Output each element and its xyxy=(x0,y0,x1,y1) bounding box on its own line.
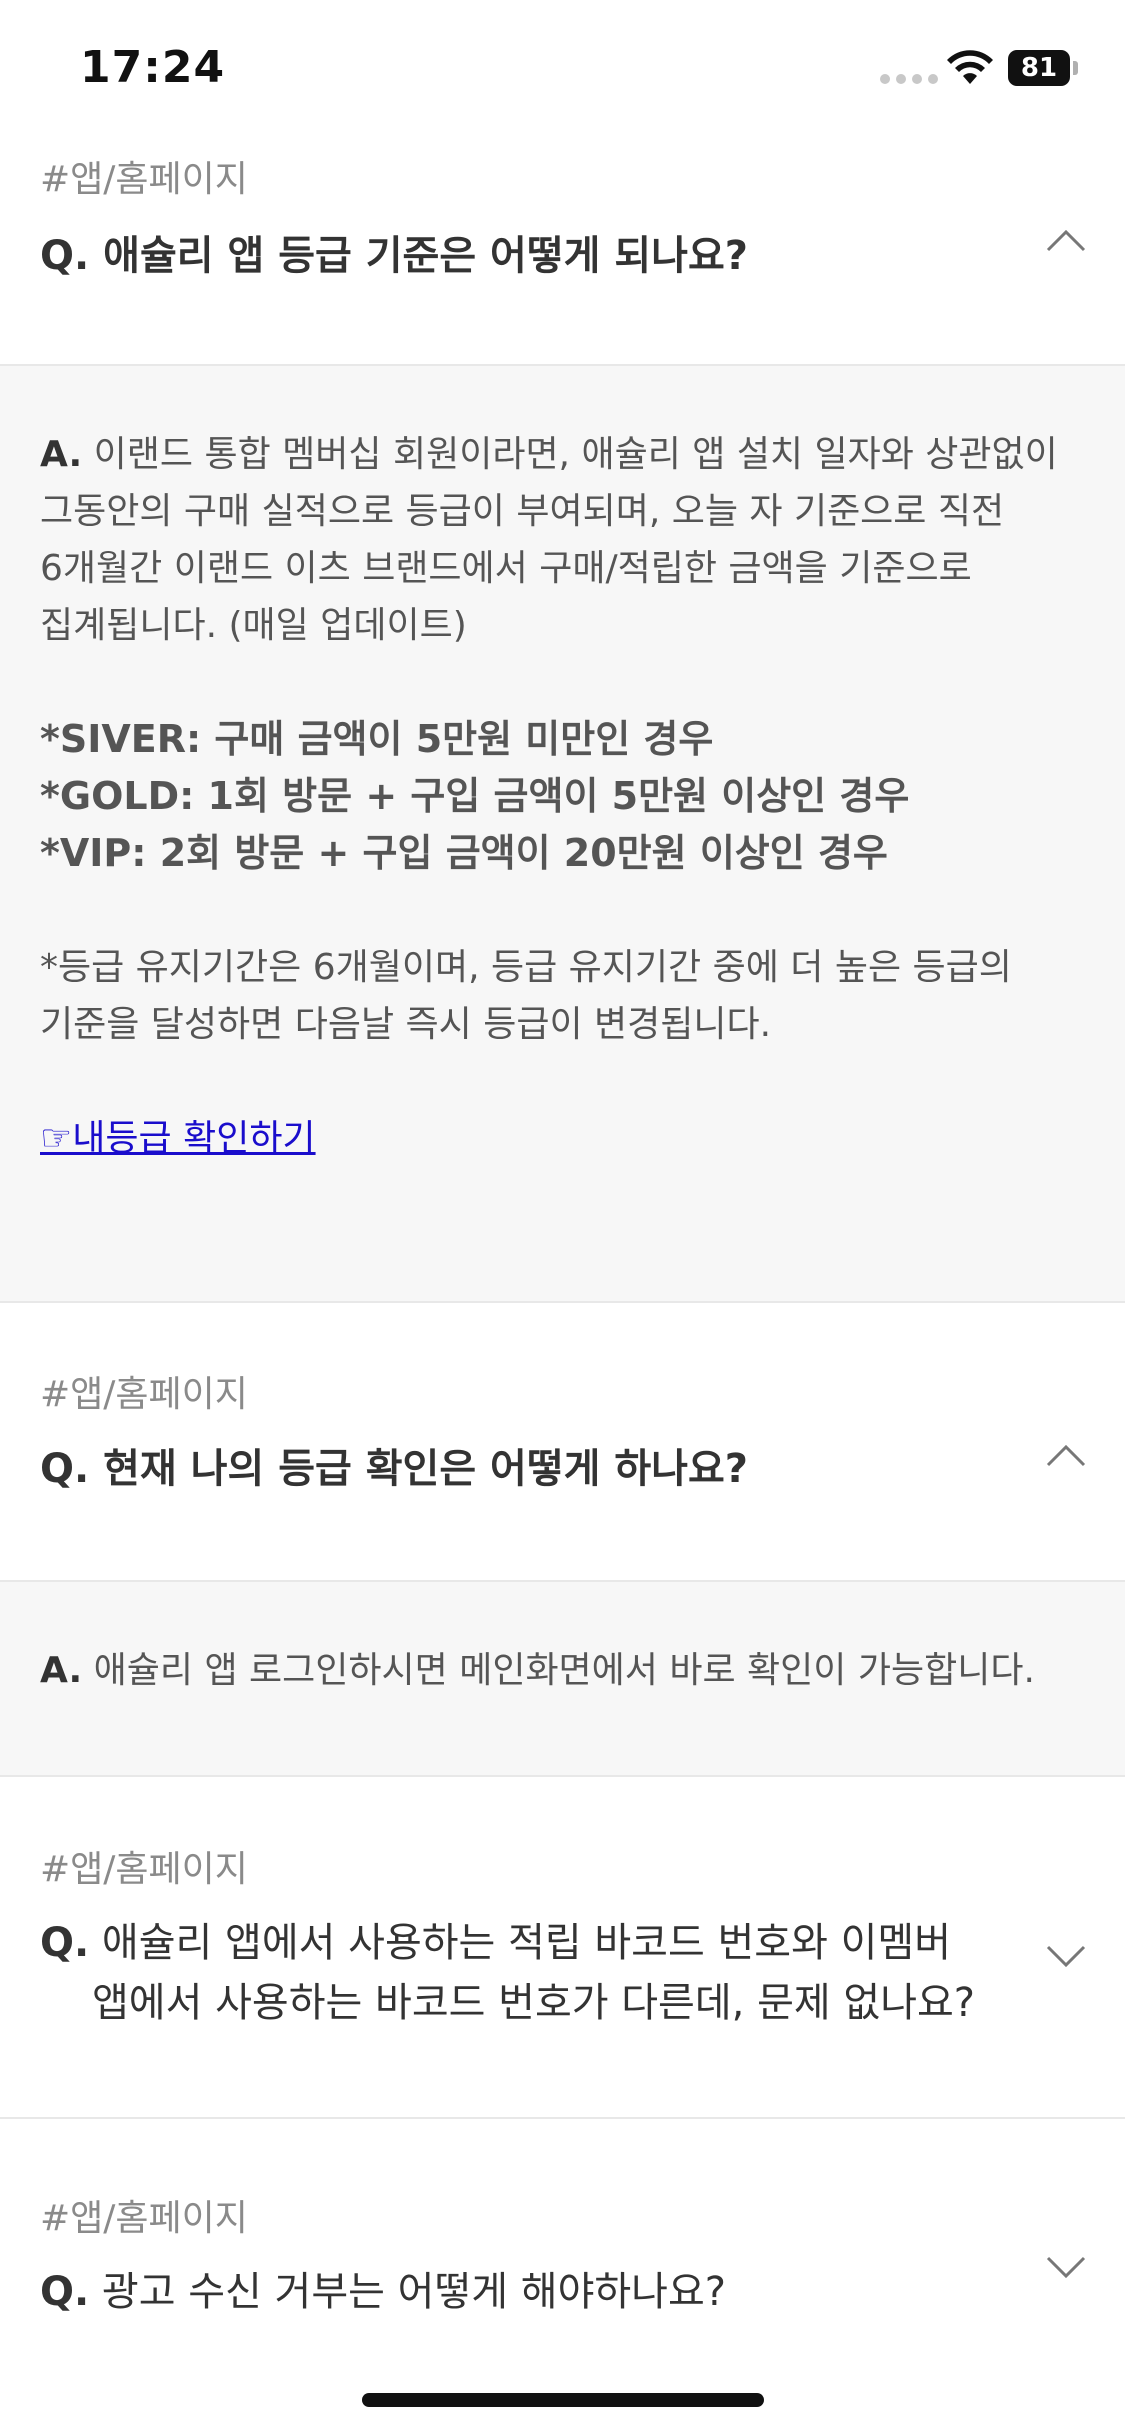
battery-level: 81 xyxy=(1008,50,1070,86)
status-bar: 17:24 81 xyxy=(0,0,1125,130)
question-text: 앱에서 사용하는 바코드 번호가 다른데, 문제 없나요? xyxy=(92,1980,976,2026)
question-text: 애슐리 앱에서 사용하는 적립 바코드 번호와 이멤버 xyxy=(101,1920,952,1966)
answer-line: 이랜드 통합 멤버십 회원이라면, 애슐리 앱 설치 일자와 상관없이 xyxy=(93,434,1058,475)
tier-gold: *GOLD: 1회 방문 + 구입 금액이 5만원 이상인 경우 xyxy=(40,774,910,818)
battery-icon: 81 xyxy=(1008,50,1080,86)
faq-question: Q. 현재 나의 등급 확인은 어떻게 하나요? xyxy=(40,1439,1020,1499)
answer-line: 6개월간 이랜드 이츠 브랜드에서 구매/적립한 금액을 기준으로 xyxy=(40,548,972,589)
answer-line: 집계됩니다. (매일 업데이트) xyxy=(40,605,467,646)
q-mark: Q. xyxy=(40,2269,90,2315)
faq-item-1[interactable]: #앱/홈페이지 Q. 애슐리 앱 등급 기준은 어떻게 되나요? xyxy=(0,130,1125,362)
my-grade-link[interactable]: ☞내등급 확인하기 xyxy=(40,1118,316,1159)
faq-question: Q. 애슐리 앱에서 사용하는 적립 바코드 번호와 이멤버 앱에서 사용하는 … xyxy=(40,1913,1020,2033)
answer-line: 애슐리 앱 로그인하시면 메인화면에서 바로 확인이 가능합니다. xyxy=(93,1650,1035,1691)
a-mark: A. xyxy=(40,1650,83,1691)
faq-screen: 17:24 81 #앱/홈페이지 Q. 애슐리 앱 등급 기준은 어떻게 되나요… xyxy=(0,0,1125,2436)
note-line: *등급 유지기간은 6개월이며, 등급 유지기간 중에 더 높은 등급의 xyxy=(40,947,1012,988)
answer-line: 그동안의 구매 실적으로 등급이 부여되며, 오늘 자 기준으로 직전 xyxy=(40,491,1005,532)
faq-item-4[interactable]: #앱/홈페이지 Q. 광고 수신 거부는 어떻게 해야하나요? xyxy=(0,2119,1125,2436)
q-mark: Q. xyxy=(40,233,90,279)
faq-item-3[interactable]: #앱/홈페이지 Q. 애슐리 앱에서 사용하는 적립 바코드 번호와 이멤버 앱… xyxy=(0,1777,1125,2116)
wifi-icon xyxy=(947,50,993,84)
question-text: 광고 수신 거부는 어떻게 해야하나요? xyxy=(101,2269,727,2315)
chevron-up-icon[interactable] xyxy=(1044,226,1088,254)
cellular-signal-icon xyxy=(880,74,938,84)
tier-silver: *SIVER: 구매 금액이 5만원 미만인 경우 xyxy=(40,717,714,761)
faq-question: Q. 애슐리 앱 등급 기준은 어떻게 되나요? xyxy=(40,226,1020,286)
chevron-down-icon[interactable] xyxy=(1044,2254,1088,2282)
faq-tag: #앱/홈페이지 xyxy=(40,1849,248,1890)
answer-panel-2: A. 애슐리 앱 로그인하시면 메인화면에서 바로 확인이 가능합니다. xyxy=(0,1582,1125,1775)
faq-tag: #앱/홈페이지 xyxy=(40,1374,248,1415)
answer-body: A. 애슐리 앱 로그인하시면 메인화면에서 바로 확인이 가능합니다. xyxy=(40,1642,1090,1699)
answer-panel-1: A. 이랜드 통합 멤버십 회원이라면, 애슐리 앱 설치 일자와 상관없이 그… xyxy=(0,366,1125,1302)
faq-tag: #앱/홈페이지 xyxy=(40,159,248,200)
a-mark: A. xyxy=(40,434,83,475)
home-indicator[interactable] xyxy=(362,2393,764,2407)
question-text: 애슐리 앱 등급 기준은 어떻게 되나요? xyxy=(103,233,748,279)
answer-body: A. 이랜드 통합 멤버십 회원이라면, 애슐리 앱 설치 일자와 상관없이 그… xyxy=(40,426,1090,1167)
chevron-up-icon[interactable] xyxy=(1044,1441,1088,1469)
status-time: 17:24 xyxy=(80,42,226,93)
faq-item-2[interactable]: #앱/홈페이지 Q. 현재 나의 등급 확인은 어떻게 하나요? xyxy=(0,1303,1125,1579)
note-line: 기준을 달성하면 다음날 즉시 등급이 변경됩니다. xyxy=(40,1004,772,1045)
q-mark: Q. xyxy=(40,1446,90,1492)
faq-question: Q. 광고 수신 거부는 어떻게 해야하나요? xyxy=(40,2262,1020,2322)
tier-vip: *VIP: 2회 방문 + 구입 금액이 20만원 이상인 경우 xyxy=(40,831,888,875)
chevron-down-icon[interactable] xyxy=(1044,1943,1088,1971)
faq-tag: #앱/홈페이지 xyxy=(40,2198,248,2239)
q-mark: Q. xyxy=(40,1920,90,1966)
question-text: 현재 나의 등급 확인은 어떻게 하나요? xyxy=(103,1446,748,1492)
